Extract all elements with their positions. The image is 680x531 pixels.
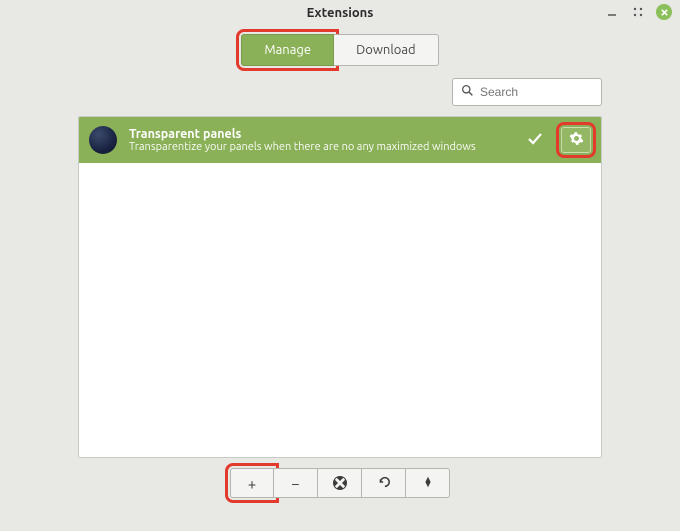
search-icon (461, 84, 474, 100)
tab-bar: Manage Download (0, 26, 680, 78)
extensions-panel: Transparent panels Transparentize your p… (78, 116, 602, 458)
disable-icon (333, 476, 347, 490)
tab-manage[interactable]: Manage (241, 34, 334, 66)
gear-icon (569, 131, 584, 149)
disable-button[interactable] (318, 468, 362, 498)
plus-icon: + (248, 475, 256, 492)
extension-settings-button[interactable] (561, 127, 591, 153)
close-button[interactable] (656, 4, 672, 20)
refresh-button[interactable] (362, 468, 406, 498)
add-button[interactable]: + (230, 468, 274, 498)
extensions-empty-area (79, 163, 601, 457)
more-button[interactable] (406, 468, 450, 498)
remove-button[interactable]: − (274, 468, 318, 498)
bottom-toolbar: + − (78, 468, 602, 498)
checkmark-icon (527, 131, 543, 150)
window-title: Extensions (307, 6, 374, 20)
diamond-icon (421, 475, 435, 492)
tab-download[interactable]: Download (334, 34, 439, 66)
titlebar: Extensions (0, 0, 680, 26)
minimize-button[interactable] (604, 4, 620, 20)
extension-row[interactable]: Transparent panels Transparentize your p… (79, 117, 601, 163)
extension-description: Transparentize your panels when there ar… (129, 141, 515, 153)
window-controls (604, 4, 672, 20)
extension-text: Transparent panels Transparentize your p… (129, 127, 515, 153)
search-input[interactable] (480, 85, 593, 99)
maximize-button[interactable] (630, 4, 646, 20)
extension-title: Transparent panels (129, 127, 515, 141)
search-row (0, 78, 680, 116)
undo-icon (377, 475, 391, 492)
minus-icon: − (291, 475, 299, 492)
search-box[interactable] (452, 78, 602, 106)
extension-icon (89, 126, 117, 154)
